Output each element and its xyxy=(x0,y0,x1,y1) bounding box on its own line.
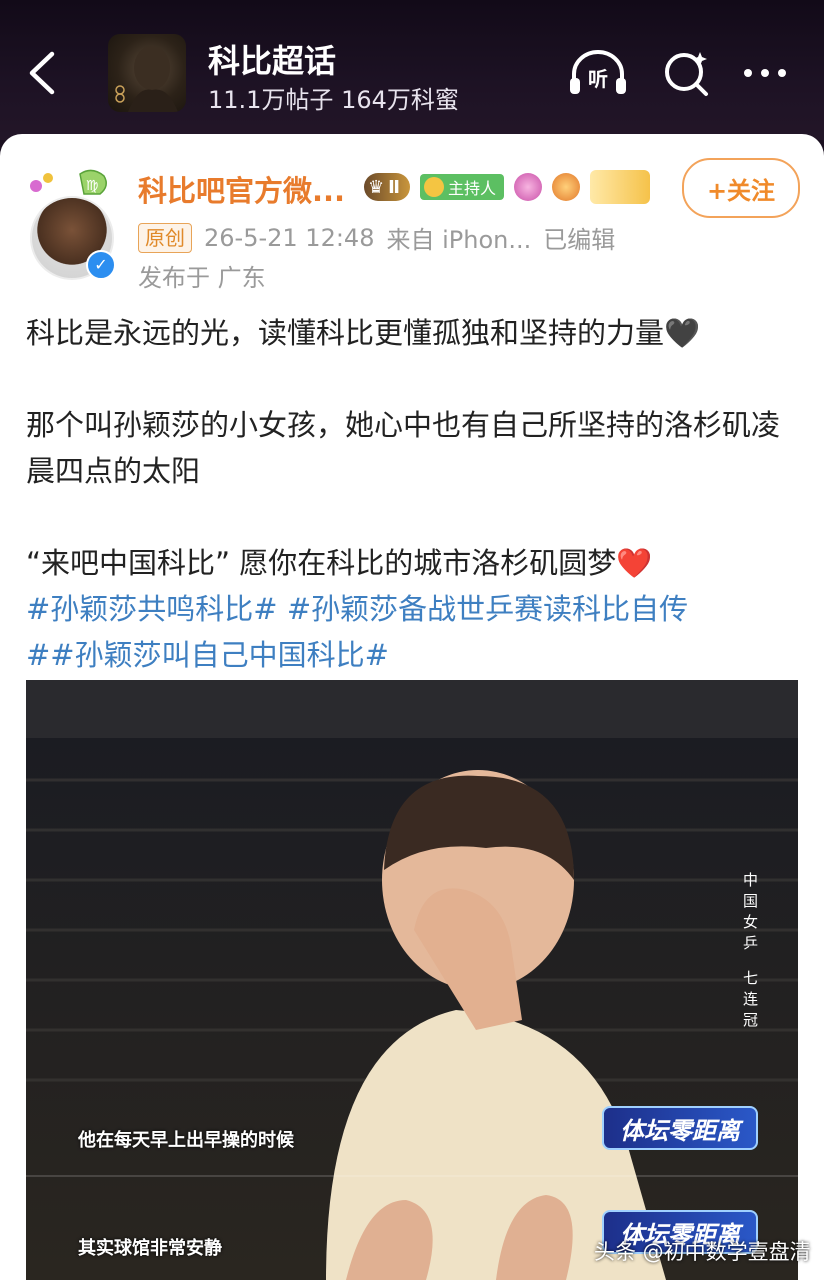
rank-badge-label: Ⅱ xyxy=(388,176,400,198)
post-body: 科比是永远的光，读懂科比更懂孤独和坚持的力量🖤 那个叫孙颖莎的小女孩，她心中也有… xyxy=(26,310,798,678)
source-watermark: 头条 @初中数学壹盘清 xyxy=(594,1240,811,1264)
host-icon xyxy=(424,177,444,197)
video-subtitle: 他在每天早上出早操的时候 xyxy=(78,1130,294,1151)
rank-badge: ♛ Ⅱ xyxy=(364,173,410,201)
back-icon[interactable] xyxy=(24,50,64,96)
post-paragraph: 科比是永远的光，读懂科比更懂孤独和坚持的力量🖤 xyxy=(26,316,701,350)
forum-stats: 11.1万帖子 164万科蜜 xyxy=(208,86,459,114)
headphones-icon: 听 xyxy=(570,50,626,94)
host-badge: 主持人 xyxy=(420,174,505,200)
hashtag-line[interactable]: ##孙颖莎叫自己中国科比# xyxy=(26,632,798,678)
super-badge-icon xyxy=(590,170,651,204)
follow-button[interactable]: +关注 xyxy=(682,158,800,218)
side-caption: 中国女乒 xyxy=(741,872,759,956)
post-meta: 原创 26-5-21 12:48 来自 iPhon... 已编辑 xyxy=(138,220,615,255)
forum-avatar[interactable] xyxy=(108,34,186,112)
host-badge-label: 主持人 xyxy=(448,179,497,198)
search-icon xyxy=(665,52,708,96)
more-button[interactable] xyxy=(738,48,798,98)
svg-text:♍: ♍ xyxy=(86,178,99,194)
forum-header: 科比超话 11.1万帖子 164万科蜜 听 xyxy=(0,0,824,140)
forum-title: 科比超话 xyxy=(208,42,337,80)
post-video-image[interactable]: 中国女乒 七连冠 他在每天早上出早操的时候 其实球馆非常安静 体坛零距离 体坛零… xyxy=(26,680,798,1280)
post-location: 发布于 广东 xyxy=(138,264,266,292)
gem-badge-icon xyxy=(514,173,543,201)
hashtag-line[interactable]: #孙颖莎共鸣科比# #孙颖莎备战世乒赛读科比自传 xyxy=(26,586,798,632)
author-badges: ♛ Ⅱ 主持人 xyxy=(364,170,651,204)
search-button[interactable] xyxy=(660,48,720,98)
post-paragraph: “来吧中国科比” 愿你在科比的城市洛杉矶圆梦❤️ xyxy=(26,546,653,580)
video-frame-image xyxy=(26,738,798,1280)
listen-label: 听 xyxy=(588,67,608,91)
original-tag: 原创 xyxy=(138,222,192,253)
kobe-portrait-image xyxy=(115,46,178,112)
post-edited: 已编辑 xyxy=(543,226,616,254)
monkey-badge-icon xyxy=(552,173,581,201)
post-paragraph: 那个叫孙颖莎的小女孩，她心中也有自己所坚持的洛杉矶凌晨四点的太阳 xyxy=(26,408,781,488)
more-icon xyxy=(744,69,786,77)
author-avatar[interactable]: ♍ ✓ xyxy=(26,164,116,280)
side-caption: 七连冠 xyxy=(741,970,759,1033)
post-source: 来自 iPhon... xyxy=(386,226,532,254)
tv-logo: 体坛零距离 xyxy=(602,1106,758,1150)
post-datetime: 26-5-21 12:48 xyxy=(204,223,375,252)
author-name[interactable]: 科比吧官方微... xyxy=(138,168,345,210)
post-card: ♍ ✓ 科比吧官方微... ♛ Ⅱ 主持人 +关注 原创 26-5-21 12:… xyxy=(0,134,824,1280)
crown-icon: ♛ xyxy=(368,176,385,198)
video-subtitle: 其实球馆非常安静 xyxy=(78,1238,222,1259)
verified-icon: ✓ xyxy=(86,250,116,280)
listen-button[interactable]: 听 xyxy=(568,48,628,98)
